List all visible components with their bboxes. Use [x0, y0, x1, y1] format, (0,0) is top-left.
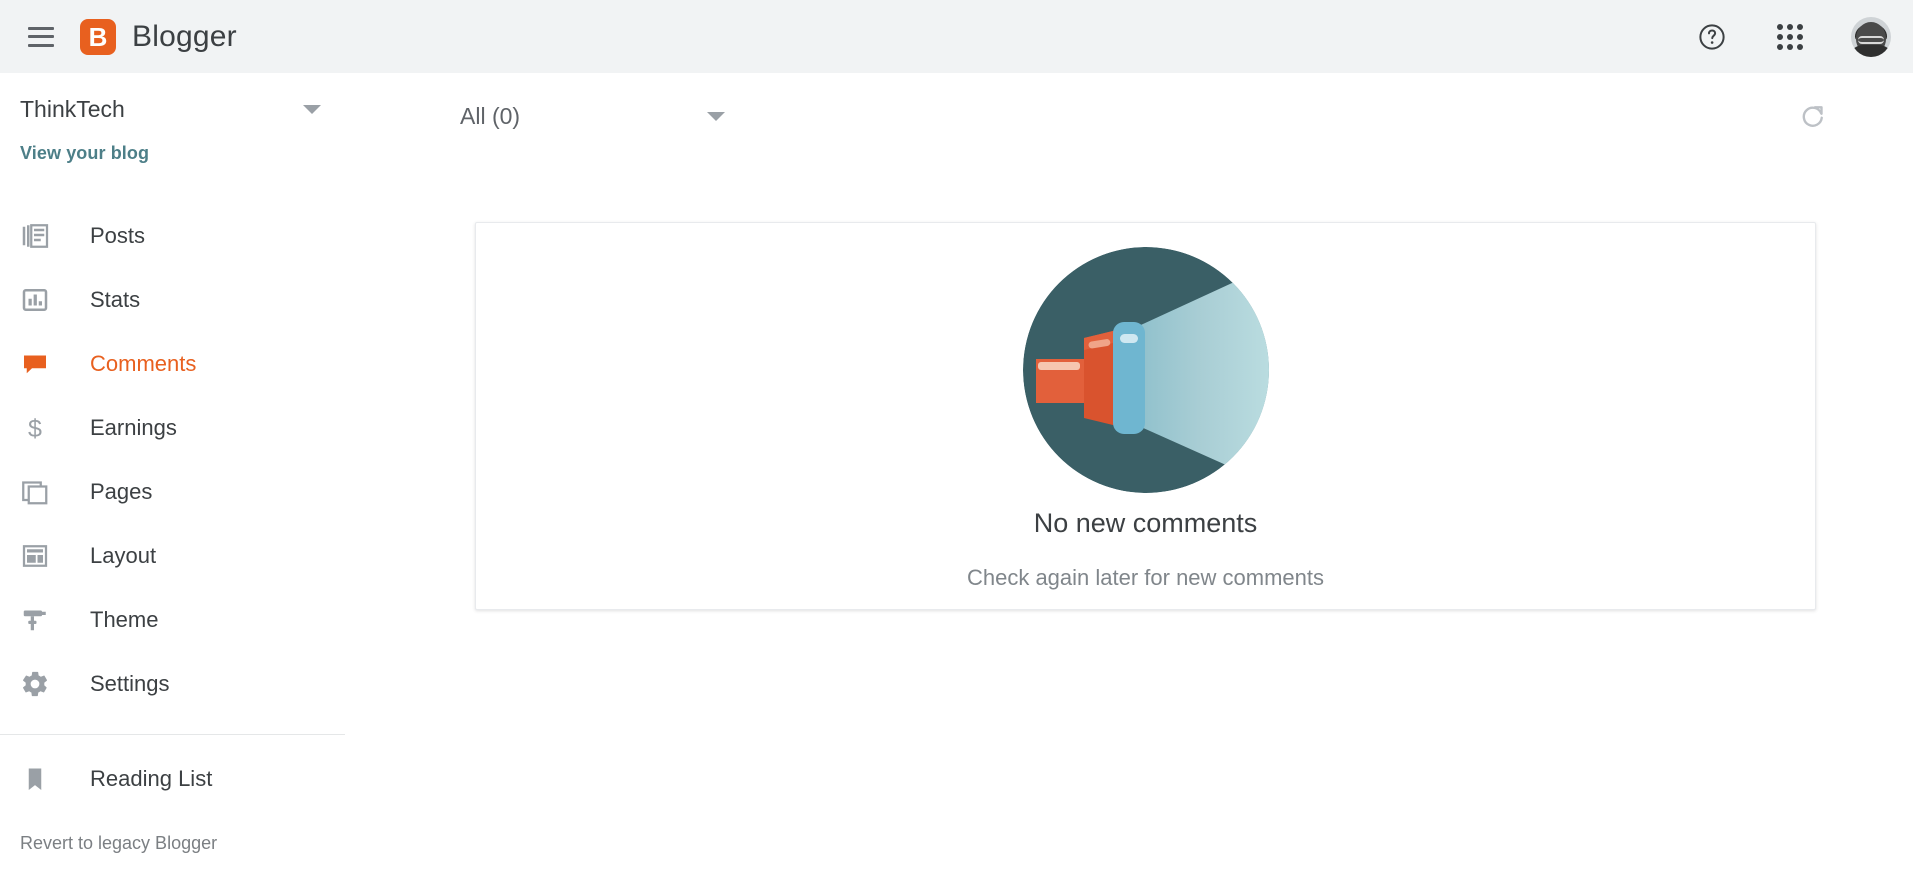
- posts-icon: [20, 221, 60, 251]
- layout-icon: [20, 541, 60, 571]
- sidebar-item-label: Settings: [90, 671, 170, 696]
- empty-state-title: No new comments: [1033, 508, 1258, 538]
- earnings-icon: $: [20, 413, 60, 443]
- sidebar-item-label: Stats: [90, 287, 141, 312]
- brand-logo-link[interactable]: B Blogger: [80, 18, 237, 55]
- sidebar-item-reading-list[interactable]: Reading List: [0, 747, 345, 811]
- hamburger-menu-icon[interactable]: [28, 26, 54, 47]
- sidebar-item-label: Reading List: [90, 766, 213, 791]
- blog-name-label: ThinkTech: [20, 95, 125, 122]
- user-avatar[interactable]: [1851, 16, 1891, 57]
- sidebar-item-label: Theme: [90, 607, 159, 632]
- comments-icon: [20, 349, 60, 379]
- settings-icon: [20, 669, 60, 699]
- refresh-icon[interactable]: [1798, 102, 1828, 137]
- bookmark-icon: [20, 764, 60, 794]
- comments-filter-dropdown[interactable]: All (0): [460, 103, 725, 136]
- blog-selector[interactable]: ThinkTech: [0, 81, 345, 137]
- sidebar-item-label: Earnings: [90, 415, 177, 440]
- blogger-logo-icon: B: [80, 18, 116, 55]
- sidebar-divider: [0, 734, 345, 735]
- chevron-down-icon: [707, 111, 725, 121]
- brand-title: Blogger: [132, 19, 237, 53]
- sidebar-item-stats[interactable]: Stats: [0, 268, 345, 332]
- comments-filter-value: All (0): [460, 102, 521, 129]
- sidebar-item-settings[interactable]: Settings: [0, 652, 345, 716]
- sidebar-item-comments[interactable]: Comments: [0, 332, 345, 396]
- top-app-bar: B Blogger: [0, 0, 1913, 73]
- blogger-app: B Blogger ThinkTech View your blog Posts…: [0, 0, 1913, 874]
- theme-icon: [20, 605, 60, 635]
- sidebar-item-label: Layout: [90, 543, 157, 568]
- revert-to-legacy-blogger-link[interactable]: Revert to legacy Blogger: [0, 833, 345, 854]
- empty-state-card: No new comments Check again later for ne…: [475, 222, 1816, 610]
- empty-state-subtitle: Check again later for new comments: [966, 565, 1325, 590]
- svg-text:$: $: [28, 415, 42, 443]
- sidebar-item-posts[interactable]: Posts: [0, 204, 345, 268]
- sidebar-nav: Posts Stats Comments $ Earnings Pages La…: [0, 204, 345, 716]
- stats-icon: [20, 285, 60, 315]
- chevron-down-icon: [303, 104, 321, 114]
- app-bar-actions: [1695, 0, 1891, 73]
- comments-toolbar: All (0): [345, 73, 1913, 165]
- left-sidebar: ThinkTech View your blog Posts Stats Com…: [0, 73, 345, 874]
- sidebar-item-pages[interactable]: Pages: [0, 460, 345, 524]
- pages-icon: [20, 477, 60, 507]
- sidebar-item-label: Pages: [90, 479, 153, 504]
- apps-grid-icon[interactable]: [1773, 20, 1807, 54]
- sidebar-nav-secondary: Reading List: [0, 747, 345, 811]
- main-content: All (0) No new comments Check again late…: [345, 73, 1913, 874]
- sidebar-item-earnings[interactable]: $ Earnings: [0, 396, 345, 460]
- flashlight-illustration: [1022, 246, 1270, 494]
- sidebar-item-layout[interactable]: Layout: [0, 524, 345, 588]
- view-your-blog-link[interactable]: View your blog: [0, 143, 345, 164]
- sidebar-item-label: Posts: [90, 223, 146, 248]
- sidebar-item-label: Comments: [90, 351, 197, 376]
- help-circle-icon[interactable]: [1695, 20, 1729, 54]
- sidebar-item-theme[interactable]: Theme: [0, 588, 345, 652]
